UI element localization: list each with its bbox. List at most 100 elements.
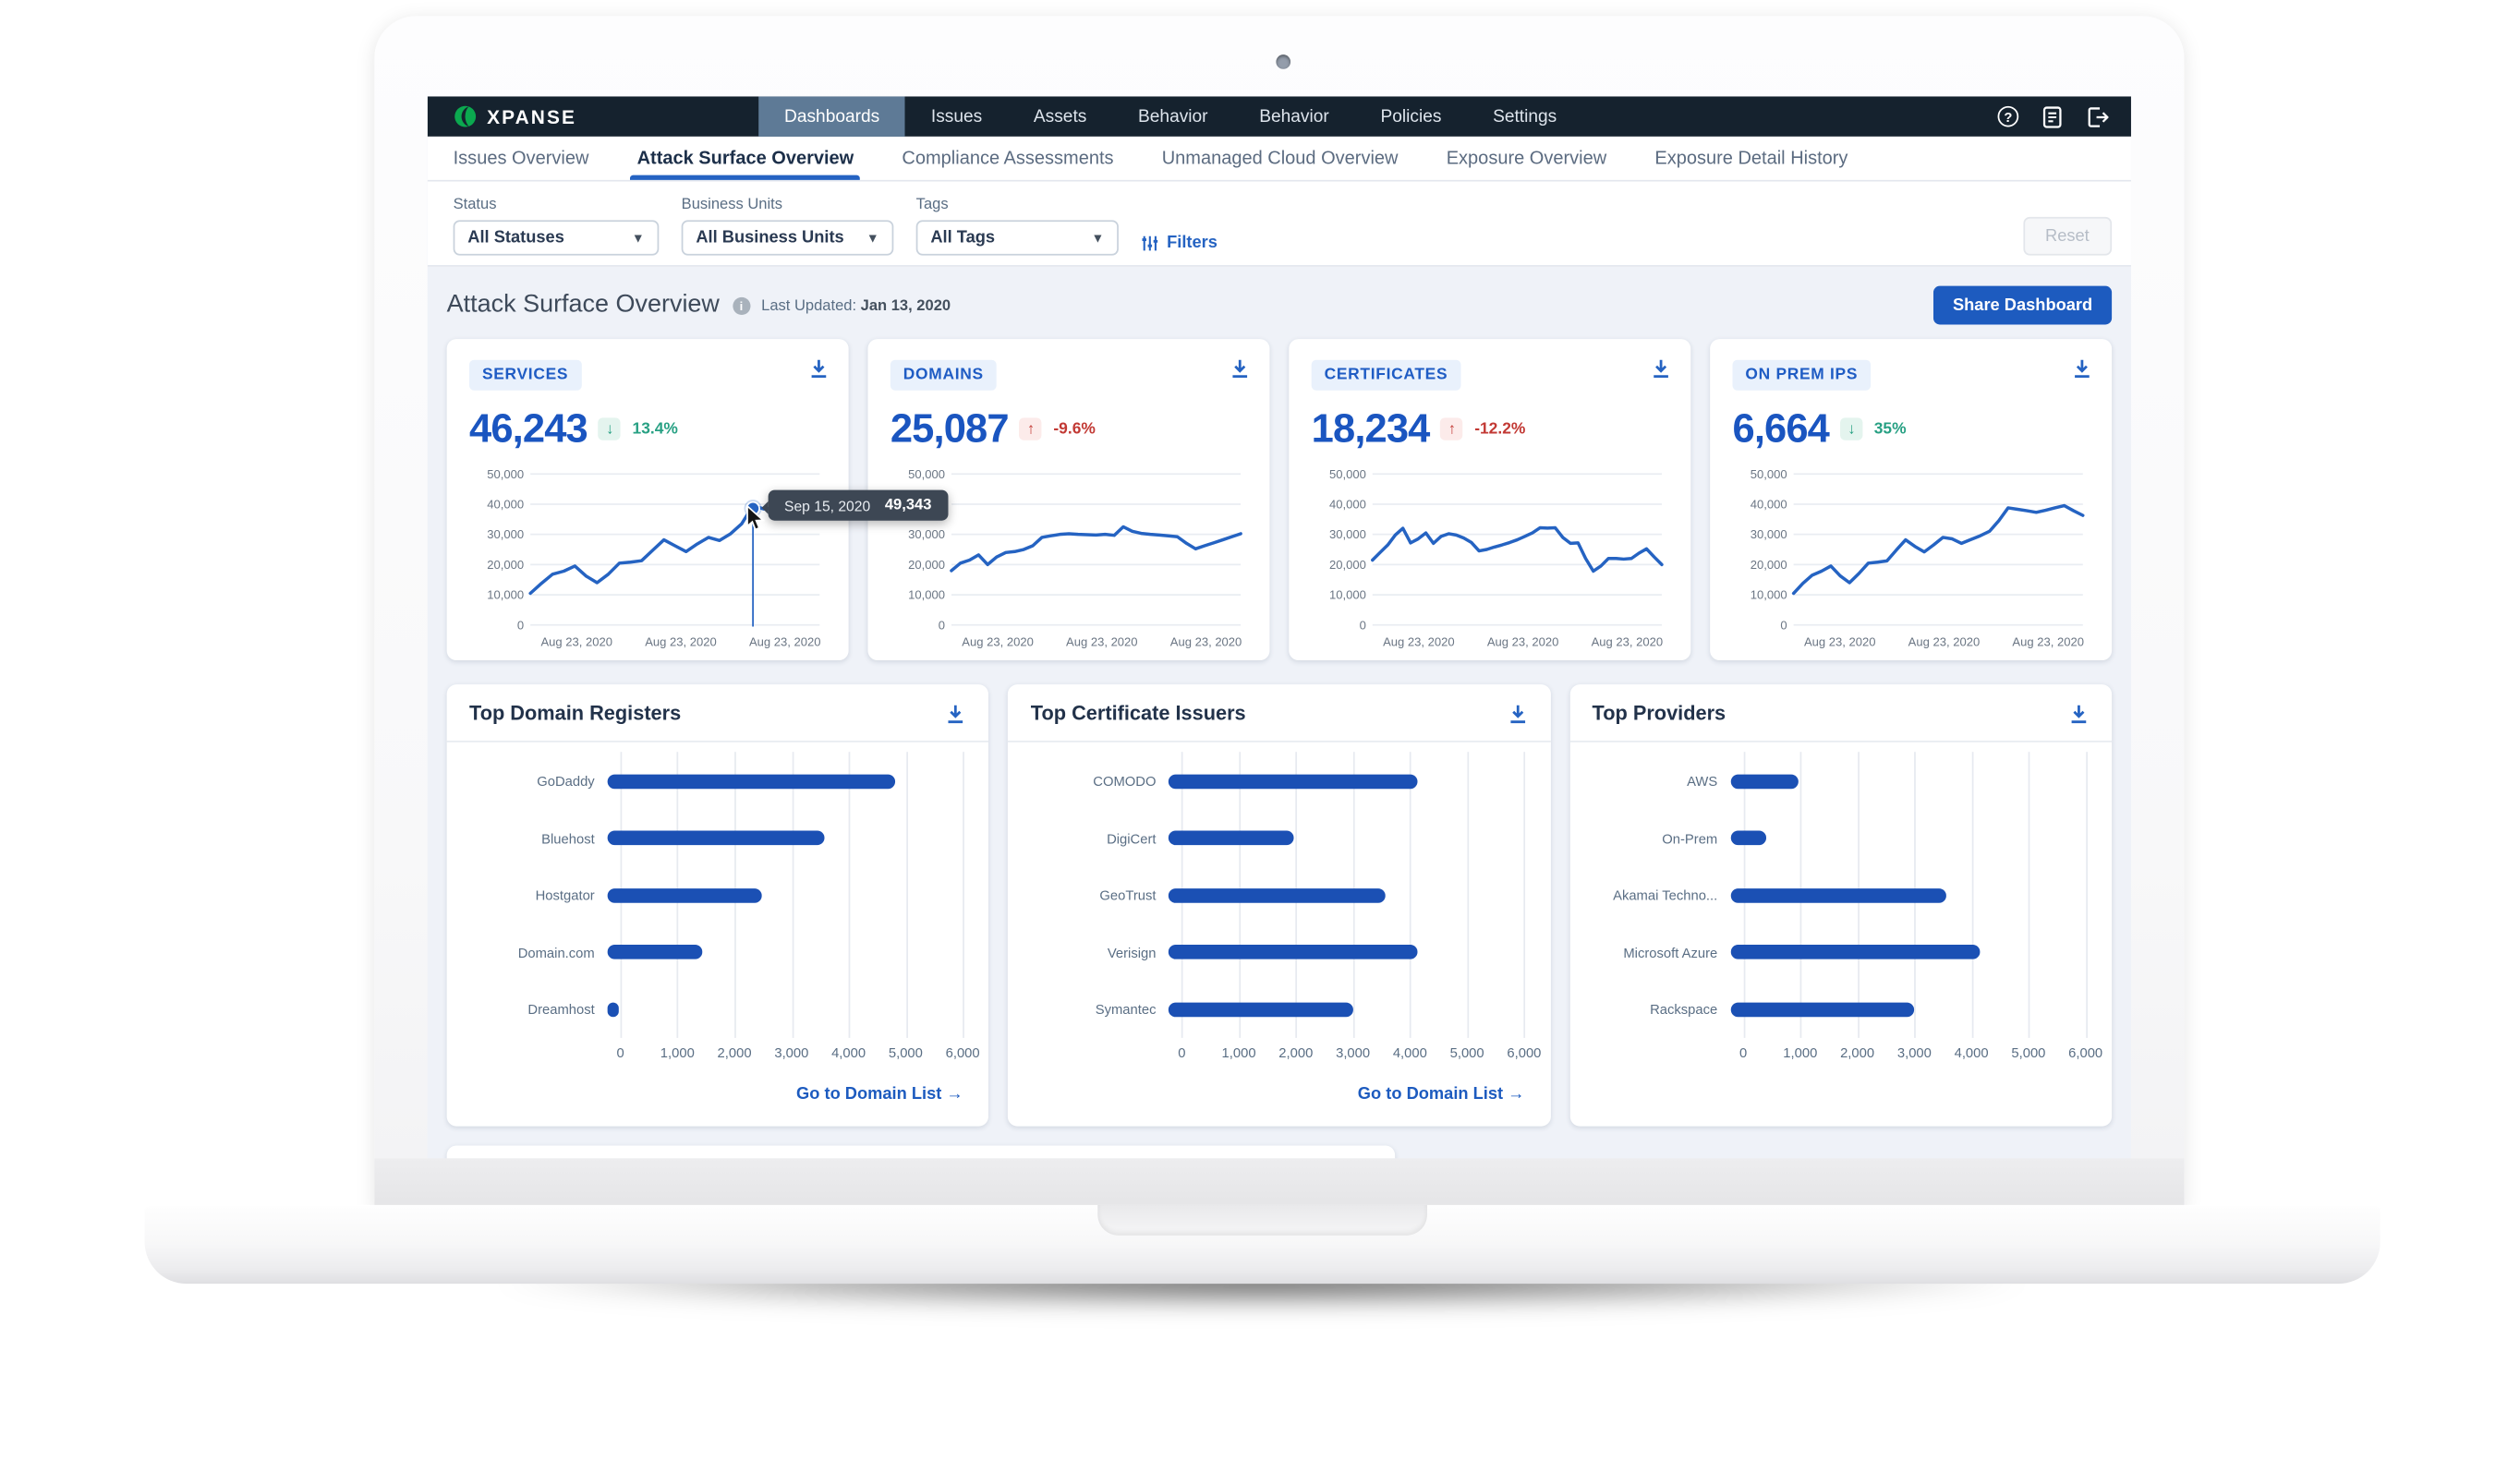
download-icon[interactable] bbox=[2068, 703, 2090, 724]
main-nav-menu: Dashboards Issues Assets Behavior Behavi… bbox=[758, 96, 1582, 136]
bar-track bbox=[608, 774, 963, 789]
nav-item-assets[interactable]: Assets bbox=[1008, 96, 1112, 136]
xpanse-logo[interactable]: XPANSE bbox=[428, 96, 695, 136]
last-updated-label: Last Updated: bbox=[761, 296, 856, 314]
chevron-down-icon: ▼ bbox=[866, 231, 879, 246]
nav-item-behavior-2[interactable]: Behavior bbox=[1233, 96, 1354, 136]
top-providers-bar-chart: AWSOn-PremAkamai Techno...Microsoft Azur… bbox=[1595, 752, 2086, 1073]
status-select[interactable]: All Statuses ▼ bbox=[454, 220, 660, 255]
laptop-mockup: XPANSE Dashboards Issues Assets Behavior… bbox=[0, 0, 2520, 1472]
download-icon[interactable] bbox=[1230, 358, 1251, 380]
top-navigation-bar: XPANSE Dashboards Issues Assets Behavior… bbox=[428, 96, 2131, 136]
tags-select[interactable]: All Tags ▼ bbox=[916, 220, 1119, 255]
y-tick-label: 30,000 bbox=[1329, 527, 1366, 541]
tab-unmanaged-cloud-overview[interactable]: Unmanaged Cloud Overview bbox=[1162, 137, 1399, 180]
tab-issues-overview[interactable]: Issues Overview bbox=[454, 137, 589, 180]
card-header: Top Domain Registers bbox=[447, 684, 989, 742]
nav-item-dashboards[interactable]: Dashboards bbox=[758, 96, 905, 136]
nav-item-settings[interactable]: Settings bbox=[1467, 96, 1582, 136]
card-header: Top Certificate Issuers bbox=[1008, 684, 1550, 742]
tags-select-value: All Tags bbox=[930, 228, 995, 247]
bar bbox=[608, 774, 895, 789]
nav-item-behavior-1[interactable]: Behavior bbox=[1112, 96, 1233, 136]
download-icon[interactable] bbox=[946, 703, 967, 724]
bar-track bbox=[1169, 1002, 1524, 1017]
metric-value: 46,243 bbox=[469, 405, 588, 452]
y-tick-label: 10,000 bbox=[1751, 588, 1787, 602]
bar-track bbox=[1730, 887, 2086, 902]
nav-item-issues[interactable]: Issues bbox=[905, 96, 1008, 136]
on-prem-ips-line-chart: 010,00020,00030,00040,00050,000Aug 23, 2… bbox=[1733, 465, 2090, 654]
business-units-select[interactable]: All Business Units ▼ bbox=[682, 220, 894, 255]
dashboard-main: Attack Surface Overview i Last Updated: … bbox=[428, 287, 2131, 1158]
metric-value-row: 18,234 ↑ -12.2% bbox=[1312, 406, 1668, 452]
tab-exposure-overview[interactable]: Exposure Overview bbox=[1447, 137, 1606, 180]
download-icon[interactable] bbox=[1507, 703, 1528, 724]
bar-row: Domain.com bbox=[473, 923, 963, 982]
bar-row: Rackspace bbox=[1595, 980, 2086, 1038]
download-icon[interactable] bbox=[1651, 358, 1672, 380]
share-dashboard-button[interactable]: Share Dashboard bbox=[1933, 286, 2112, 325]
bar-track bbox=[1169, 945, 1524, 959]
x-tick-label: Aug 23, 2020 bbox=[645, 634, 717, 648]
top-providers-card: Top Providers AWSOn-PremAkamai Techno...… bbox=[1569, 684, 2112, 1126]
metric-value-row: 25,087 ↑ -9.6% bbox=[890, 406, 1247, 452]
bar bbox=[1169, 774, 1418, 789]
logout-icon[interactable] bbox=[2086, 105, 2108, 127]
go-to-domain-list-link[interactable]: Go to Domain List → bbox=[796, 1084, 963, 1104]
tab-compliance-assessments[interactable]: Compliance Assessments bbox=[902, 137, 1113, 180]
bar-row: Microsoft Azure bbox=[1595, 923, 2086, 982]
business-units-filter-group: Business Units All Business Units ▼ bbox=[682, 196, 894, 255]
x-tick-label: 1,000 bbox=[1783, 1044, 1817, 1060]
bar-track bbox=[1169, 774, 1524, 789]
y-tick-label: 0 bbox=[1360, 618, 1366, 632]
bar-category-label: Dreamhost bbox=[473, 1001, 608, 1017]
go-to-domain-list-link[interactable]: Go to Domain List → bbox=[1358, 1084, 1525, 1104]
bar bbox=[1169, 1002, 1352, 1017]
info-icon[interactable]: i bbox=[733, 296, 750, 314]
release-notes-icon[interactable] bbox=[2042, 105, 2062, 127]
card-title: Top Providers bbox=[1593, 702, 1726, 724]
business-units-select-value: All Business Units bbox=[696, 228, 843, 247]
bar bbox=[608, 945, 703, 959]
bar bbox=[1730, 774, 1799, 789]
bar-row: Symantec bbox=[1034, 980, 1524, 1038]
filters-button[interactable]: Filters bbox=[1141, 233, 1218, 252]
trend-down-icon: ↓ bbox=[599, 417, 621, 440]
tab-exposure-detail-history[interactable]: Exposure Detail History bbox=[1654, 137, 1848, 180]
metric-cards-row: SERVICES 46,243 ↓ 13.4% 010,00020,00030,… bbox=[447, 339, 2112, 660]
y-tick-label: 0 bbox=[1780, 618, 1787, 632]
x-tick-label: Aug 23, 2020 bbox=[1908, 634, 1981, 648]
bar-category-label: Microsoft Azure bbox=[1595, 944, 1730, 959]
metric-title-badge: DOMAINS bbox=[890, 360, 997, 391]
bar-track bbox=[608, 887, 963, 902]
metric-title-badge: CERTIFICATES bbox=[1312, 360, 1461, 391]
chart-tooltip: Sep 15, 2020 49,343 bbox=[769, 490, 948, 521]
nav-item-policies[interactable]: Policies bbox=[1355, 96, 1468, 136]
x-tick-label: 3,000 bbox=[1897, 1044, 1932, 1060]
x-tick-label: Aug 23, 2020 bbox=[1592, 634, 1664, 648]
trend-line bbox=[1794, 506, 2083, 594]
metric-value-row: 6,664 ↓ 35% bbox=[1733, 406, 2090, 452]
tab-attack-surface-overview[interactable]: Attack Surface Overview bbox=[637, 137, 854, 180]
reset-button[interactable]: Reset bbox=[2023, 217, 2112, 256]
y-tick-label: 20,000 bbox=[1329, 558, 1366, 572]
help-icon[interactable]: ? bbox=[1998, 106, 2019, 127]
card-title: Top Certificate Issuers bbox=[1031, 702, 1246, 724]
y-tick-label: 40,000 bbox=[1329, 497, 1366, 511]
dashboard-tab-bar: Issues Overview Attack Surface Overview … bbox=[428, 137, 2131, 182]
download-icon[interactable] bbox=[808, 358, 830, 380]
top-certificate-issuers-bar-chart: COMODODigiCertGeoTrustVerisignSymantec01… bbox=[1034, 752, 1524, 1073]
metric-value: 25,087 bbox=[890, 405, 1009, 452]
bar-x-axis: 01,0002,0003,0004,0005,0006,000 bbox=[1181, 1044, 1524, 1064]
last-updated-date: Jan 13, 2020 bbox=[861, 296, 951, 314]
bar-category-label: DigiCert bbox=[1034, 830, 1169, 846]
bar-row: GeoTrust bbox=[1034, 866, 1524, 924]
download-icon[interactable] bbox=[2072, 358, 2093, 380]
bar bbox=[608, 887, 762, 902]
bar-category-label: COMODO bbox=[1034, 773, 1169, 789]
x-tick-label: 4,000 bbox=[831, 1044, 866, 1060]
x-tick-label: 2,000 bbox=[718, 1044, 752, 1060]
bar bbox=[1730, 1002, 1914, 1017]
laptop-screen-bezel: XPANSE Dashboards Issues Assets Behavior… bbox=[374, 16, 2184, 1213]
